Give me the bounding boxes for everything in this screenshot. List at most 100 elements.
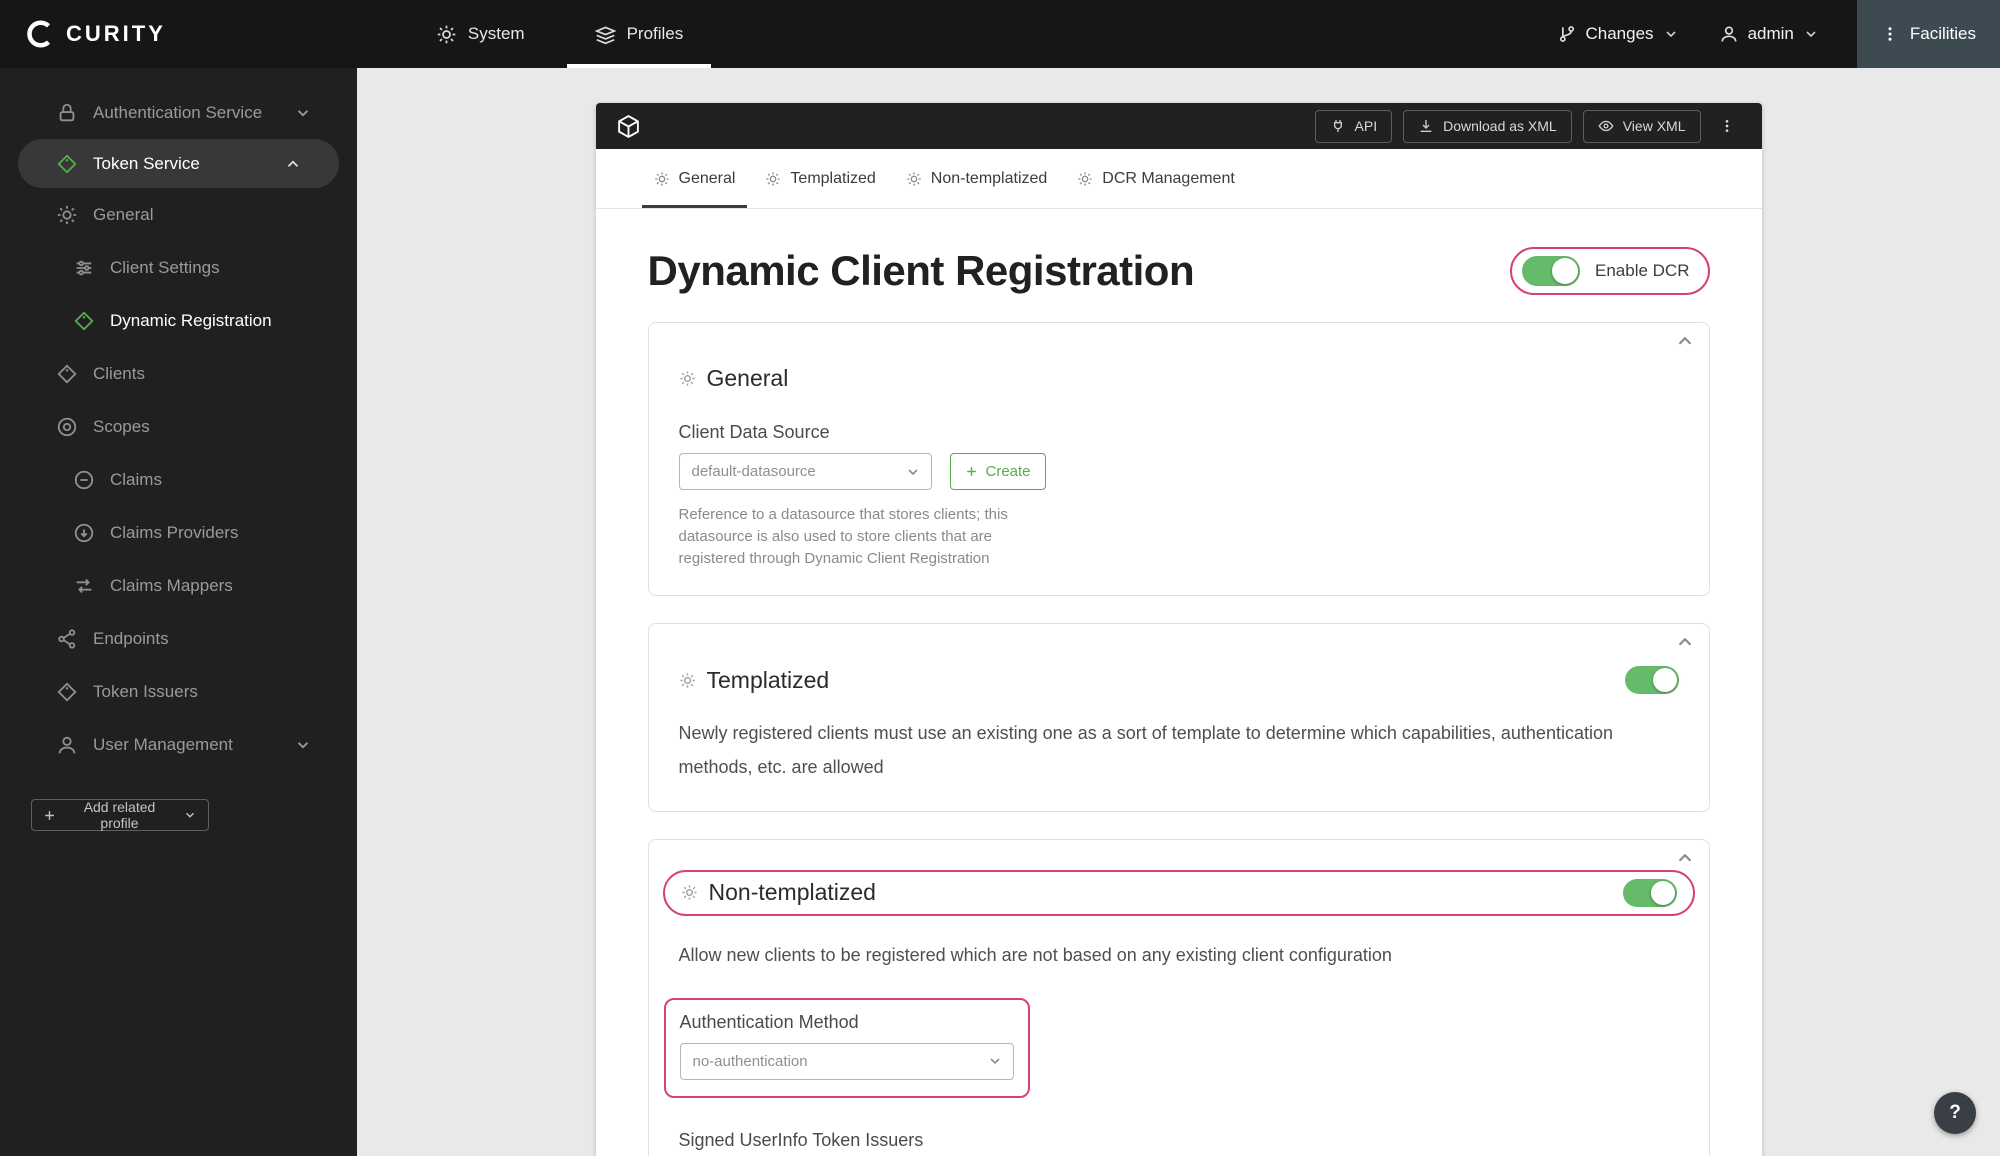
templatized-toggle[interactable] <box>1624 666 1679 695</box>
facilities-label: Facilities <box>1909 24 1976 43</box>
tab-dcr-management-label: DCR Management <box>1102 169 1235 187</box>
tab-templatized[interactable]: Templatized <box>763 149 877 208</box>
non-templatized-header-highlighted: Non-templatized <box>662 869 1695 916</box>
gear-icon <box>765 171 781 187</box>
plus-icon <box>43 809 56 822</box>
sidebar-item-scopes[interactable]: Scopes <box>0 400 357 453</box>
kebab-vertical-icon <box>1881 25 1899 43</box>
card-header-actions: API Download as XML View XML <box>1314 109 1742 143</box>
sidebar-item-token-service[interactable]: Token Service <box>18 139 339 188</box>
collapse-chevron-icon[interactable] <box>1674 330 1696 352</box>
tab-non-templatized[interactable]: Non-templatized <box>904 149 1050 208</box>
create-datasource-button[interactable]: Create <box>949 453 1046 490</box>
add-related-profile-button[interactable]: Add related profile <box>31 799 209 831</box>
client-data-source-label: Client Data Source <box>678 422 830 442</box>
sidebar-item-endpoints[interactable]: Endpoints <box>0 612 357 665</box>
collapse-chevron-icon[interactable] <box>1674 631 1696 653</box>
sidebar-item-label: User Management <box>93 734 233 754</box>
tab-dcr-management[interactable]: DCR Management <box>1075 149 1237 208</box>
page-title: Dynamic Client Registration <box>647 247 1195 294</box>
gear-icon <box>679 370 696 387</box>
sidebar-item-label: General <box>93 204 154 224</box>
main-content: API Download as XML View XML General Tem… <box>357 68 2000 1156</box>
facilities-button[interactable]: Facilities <box>1856 0 2000 68</box>
package-icon <box>616 114 641 139</box>
tab-system[interactable]: System <box>430 0 531 68</box>
section-general: General Client Data Source default-datas… <box>647 322 1710 597</box>
branch-icon <box>1557 24 1577 44</box>
chevron-down-icon <box>294 736 312 754</box>
sidebar-item-general[interactable]: General <box>0 188 357 241</box>
curity-logo[interactable]: CURITY <box>0 0 192 68</box>
client-data-source-helper: Reference to a datasource that stores cl… <box>678 506 1008 567</box>
topbar-right: Changes admin Facilities <box>1537 0 2000 68</box>
sidebar-item-claims-providers[interactable]: Claims Providers <box>0 506 357 559</box>
gear-icon <box>679 672 696 689</box>
tab-non-templatized-label: Non-templatized <box>930 169 1048 187</box>
tab-profiles[interactable]: Profiles <box>566 0 711 68</box>
changes-menu[interactable]: Changes <box>1537 0 1699 68</box>
sidebar: Authentication Service Token Service Gen… <box>0 68 357 1156</box>
view-xml-button[interactable]: View XML <box>1582 109 1701 143</box>
sidebar-item-label: Claims Mappers <box>110 575 233 595</box>
client-data-source-value: default-datasource <box>691 463 816 480</box>
chevron-down-icon <box>905 464 921 480</box>
sidebar-item-token-issuers[interactable]: Token Issuers <box>0 665 357 718</box>
chevron-down-icon <box>1803 26 1819 42</box>
sidebar-item-claims-mappers[interactable]: Claims Mappers <box>0 559 357 612</box>
sidebar-item-user-management[interactable]: User Management <box>0 718 357 771</box>
sidebar-item-dynamic-registration[interactable]: Dynamic Registration <box>0 294 357 347</box>
kebab-vertical-icon <box>1719 118 1735 134</box>
tab-profiles-label: Profiles <box>626 24 684 43</box>
sidebar-item-clients[interactable]: Clients <box>0 347 357 400</box>
download-xml-button[interactable]: Download as XML <box>1403 109 1572 143</box>
api-button[interactable]: API <box>1314 109 1393 143</box>
user-icon <box>1719 24 1739 44</box>
chevron-down-icon <box>987 1053 1003 1069</box>
brand-text: CURITY <box>66 21 166 46</box>
sidebar-item-claims[interactable]: Claims <box>0 453 357 506</box>
sidebar-item-label: Scopes <box>93 416 150 436</box>
eye-icon <box>1598 118 1614 134</box>
help-button[interactable]: ? <box>1934 1092 1976 1134</box>
collapse-chevron-icon[interactable] <box>1674 847 1696 869</box>
card-header: API Download as XML View XML <box>595 103 1762 149</box>
section-templatized-header: Templatized <box>679 666 1679 695</box>
gear-icon <box>56 204 78 226</box>
tab-general[interactable]: General <box>641 149 748 208</box>
non-templatized-description: Allow new clients to be registered which… <box>678 944 1392 965</box>
create-button-label: Create <box>985 463 1031 480</box>
plug-icon <box>1330 118 1346 134</box>
non-templatized-toggle[interactable] <box>1622 878 1677 907</box>
gear-icon <box>906 171 922 187</box>
topbar-nav: System Profiles <box>430 0 747 68</box>
topbar: CURITY System Profiles Changes admin Fac… <box>0 0 2000 68</box>
client-data-source-select[interactable]: default-datasource <box>678 453 932 490</box>
gear-icon <box>1077 171 1093 187</box>
lock-icon <box>56 102 78 124</box>
curity-logo-icon <box>26 19 56 49</box>
sidebar-item-authentication-service[interactable]: Authentication Service <box>0 86 357 139</box>
enable-dcr-toggle[interactable] <box>1522 256 1580 286</box>
section-title: Non-templatized <box>708 879 876 906</box>
more-options-button[interactable] <box>1712 110 1742 143</box>
sidebar-item-label: Token Issuers <box>93 681 198 701</box>
sidebar-item-label: Claims Providers <box>110 522 239 542</box>
sidebar-item-label: Clients <box>93 363 145 383</box>
sidebar-item-client-settings[interactable]: Client Settings <box>0 241 357 294</box>
chevron-up-icon <box>284 155 302 173</box>
signed-userinfo-token-issuers-label: Signed UserInfo Token Issuers <box>678 1129 924 1150</box>
section-templatized: Templatized Newly registered clients mus… <box>647 623 1710 812</box>
token-tag-icon <box>56 153 78 175</box>
api-button-label: API <box>1354 118 1378 134</box>
card-body: Dynamic Client Registration Enable DCR G… <box>596 247 1762 1156</box>
profile-card: API Download as XML View XML General Tem… <box>595 103 1762 1156</box>
claims-icon <box>73 469 95 491</box>
authentication-method-select[interactable]: no-authentication <box>679 1042 1014 1080</box>
view-xml-label: View XML <box>1622 118 1686 134</box>
user-menu[interactable]: admin <box>1699 0 1839 68</box>
share-nodes-icon <box>56 628 78 650</box>
tab-templatized-label: Templatized <box>790 169 876 187</box>
claims-providers-icon <box>73 522 95 544</box>
sliders-icon <box>73 257 95 279</box>
